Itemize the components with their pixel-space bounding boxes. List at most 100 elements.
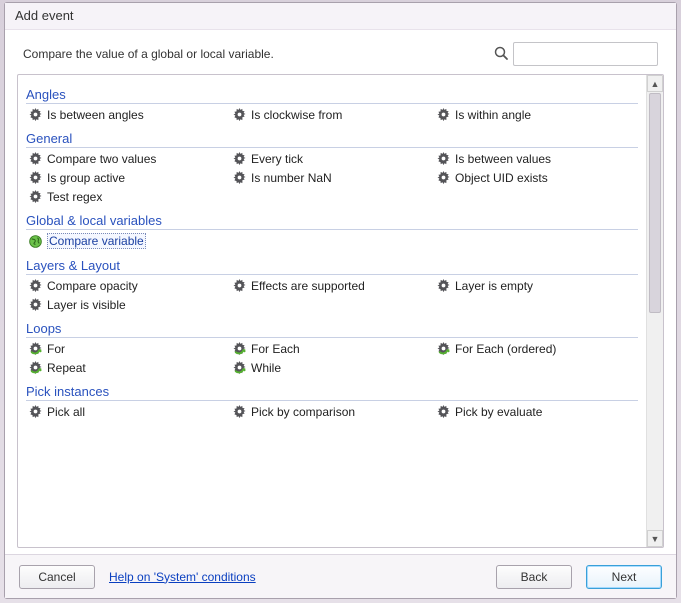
- category-angles: Angles Is between angles Is clockwise from…: [26, 85, 638, 123]
- condition-for[interactable]: For: [26, 340, 230, 357]
- gear-icon: [436, 170, 451, 185]
- scroll-thumb[interactable]: [649, 93, 661, 313]
- dialog-footer: Cancel Help on 'System' conditions Back …: [5, 554, 676, 598]
- condition-label: Compare variable: [47, 233, 146, 249]
- condition-compare-opacity[interactable]: Compare opacity: [26, 277, 230, 294]
- condition-label: Test regex: [47, 190, 102, 204]
- search-icon: [493, 45, 509, 64]
- condition-pick-all[interactable]: Pick all: [26, 403, 230, 419]
- condition-pick-by-evaluate[interactable]: Pick by evaluate: [434, 403, 638, 419]
- category-items: Pick all Pick by comparison Pick by evalua…: [26, 403, 638, 419]
- condition-is-number-nan[interactable]: Is number NaN: [230, 169, 434, 186]
- condition-label: Layer is empty: [455, 279, 533, 293]
- category-items: Is between angles Is clockwise from Is wit…: [26, 106, 638, 123]
- category-header: General: [26, 129, 638, 148]
- condition-label: Compare two values: [47, 152, 156, 166]
- condition-label: While: [251, 361, 281, 375]
- gear-icon: [28, 278, 43, 293]
- condition-label: Is between values: [455, 152, 551, 166]
- condition-label: Is within angle: [455, 108, 531, 122]
- description-text: Compare the value of a global or local v…: [23, 47, 483, 61]
- add-event-dialog: Add event Compare the value of a global …: [4, 2, 677, 599]
- condition-label: For Each (ordered): [455, 342, 556, 356]
- condition-label: Is number NaN: [251, 171, 332, 185]
- condition-for-each-ordered[interactable]: For Each (ordered): [434, 340, 638, 357]
- header-row: Compare the value of a global or local v…: [5, 30, 676, 74]
- condition-while[interactable]: While: [230, 359, 434, 376]
- scroll-up-button[interactable]: ▲: [647, 75, 663, 92]
- condition-layer-is-empty[interactable]: Layer is empty: [434, 277, 638, 294]
- category-items: For For Each For Each (ordered) Repeat While: [26, 340, 638, 376]
- condition-label: Is group active: [47, 171, 125, 185]
- condition-compare-variable[interactable]: Compare variable: [26, 232, 230, 250]
- gear-icon: [436, 107, 451, 122]
- gear-icon: [232, 151, 247, 166]
- category-items: Compare variable: [26, 232, 638, 250]
- condition-is-within-angle[interactable]: Is within angle: [434, 106, 638, 123]
- gear-icon: [232, 107, 247, 122]
- condition-layer-is-visible[interactable]: Layer is visible: [26, 296, 230, 313]
- condition-list-panel: Angles Is between angles Is clockwise from…: [17, 74, 664, 548]
- help-link[interactable]: Help on 'System' conditions: [109, 570, 256, 584]
- condition-label: For: [47, 342, 65, 356]
- condition-label: Pick all: [47, 405, 85, 419]
- loop-icon: [436, 341, 451, 356]
- gear-icon: [232, 404, 247, 419]
- condition-test-regex[interactable]: Test regex: [26, 188, 230, 205]
- condition-list: Angles Is between angles Is clockwise from…: [18, 75, 646, 547]
- condition-label: Effects are supported: [251, 279, 365, 293]
- gear-icon: [436, 151, 451, 166]
- globe-icon: [28, 234, 43, 249]
- category-pick-instances: Pick instances Pick all Pick by comparison…: [26, 382, 638, 419]
- category-header: Layers & Layout: [26, 256, 638, 275]
- condition-label: Repeat: [47, 361, 86, 375]
- category-items: Compare opacity Effects are supported Laye…: [26, 277, 638, 313]
- gear-icon: [28, 151, 43, 166]
- condition-repeat[interactable]: Repeat: [26, 359, 230, 376]
- condition-label: Is between angles: [47, 108, 144, 122]
- scroll-down-button[interactable]: ▼: [647, 530, 663, 547]
- gear-icon: [28, 170, 43, 185]
- condition-every-tick[interactable]: Every tick: [230, 150, 434, 167]
- gear-icon: [436, 278, 451, 293]
- loop-icon: [232, 341, 247, 356]
- condition-label: Pick by comparison: [251, 405, 355, 419]
- next-button[interactable]: Next: [586, 565, 662, 589]
- condition-label: Is clockwise from: [251, 108, 342, 122]
- category-header: Pick instances: [26, 382, 638, 401]
- back-button[interactable]: Back: [496, 565, 572, 589]
- condition-label: Object UID exists: [455, 171, 548, 185]
- condition-is-group-active[interactable]: Is group active: [26, 169, 230, 186]
- condition-is-between-values[interactable]: Is between values: [434, 150, 638, 167]
- gear-icon: [436, 404, 451, 419]
- category-header: Global & local variables: [26, 211, 638, 230]
- condition-compare-two-values[interactable]: Compare two values: [26, 150, 230, 167]
- condition-label: Every tick: [251, 152, 303, 166]
- search-input[interactable]: [513, 42, 658, 66]
- condition-is-between-angles[interactable]: Is between angles: [26, 106, 230, 123]
- condition-effects-are-supported[interactable]: Effects are supported: [230, 277, 434, 294]
- loop-icon: [28, 360, 43, 375]
- category-loops: Loops For For Each For Each (ordered) Repeat…: [26, 319, 638, 376]
- condition-label: Compare opacity: [47, 279, 138, 293]
- category-items: Compare two values Every tick Is between v…: [26, 150, 638, 205]
- gear-icon: [28, 404, 43, 419]
- category-header: Angles: [26, 85, 638, 104]
- condition-label: For Each: [251, 342, 300, 356]
- cancel-button[interactable]: Cancel: [19, 565, 95, 589]
- category-header: Loops: [26, 319, 638, 338]
- gear-icon: [28, 189, 43, 204]
- scrollbar-vertical[interactable]: ▲ ▼: [646, 75, 663, 547]
- gear-icon: [232, 278, 247, 293]
- condition-label: Layer is visible: [47, 298, 126, 312]
- category-global-local-variables: Global & local variables Compare variable: [26, 211, 638, 250]
- category-general: General Compare two values Every tick Is be…: [26, 129, 638, 205]
- gear-icon: [232, 170, 247, 185]
- condition-for-each[interactable]: For Each: [230, 340, 434, 357]
- condition-is-clockwise-from[interactable]: Is clockwise from: [230, 106, 434, 123]
- condition-label: Pick by evaluate: [455, 405, 542, 419]
- gear-icon: [28, 297, 43, 312]
- loop-icon: [232, 360, 247, 375]
- condition-object-uid-exists[interactable]: Object UID exists: [434, 169, 638, 186]
- condition-pick-by-comparison[interactable]: Pick by comparison: [230, 403, 434, 419]
